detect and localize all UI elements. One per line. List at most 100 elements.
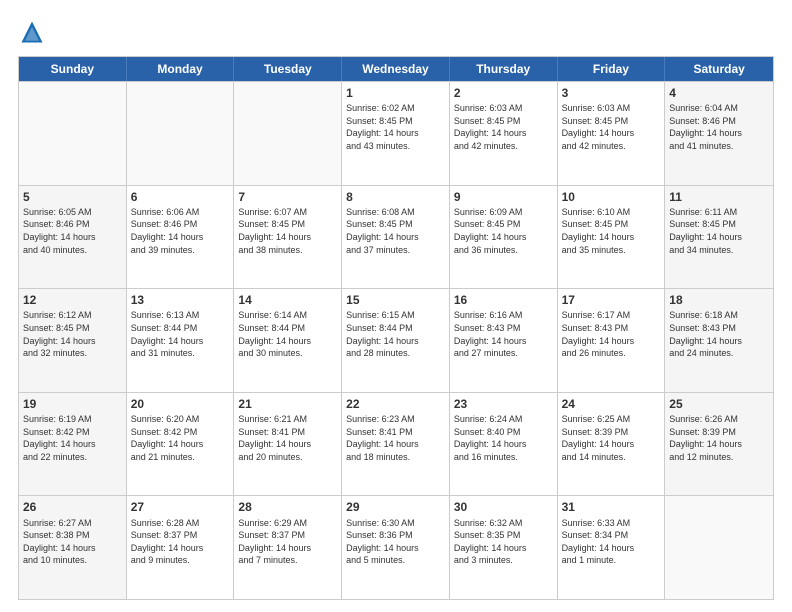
day-info: Sunrise: 6:12 AM Sunset: 8:45 PM Dayligh…	[23, 309, 122, 359]
day-info: Sunrise: 6:24 AM Sunset: 8:40 PM Dayligh…	[454, 413, 553, 463]
day-info: Sunrise: 6:17 AM Sunset: 8:43 PM Dayligh…	[562, 309, 661, 359]
day-info: Sunrise: 6:29 AM Sunset: 8:37 PM Dayligh…	[238, 517, 337, 567]
calendar-row-2: 12Sunrise: 6:12 AM Sunset: 8:45 PM Dayli…	[19, 288, 773, 392]
calendar-cell-0-3: 1Sunrise: 6:02 AM Sunset: 8:45 PM Daylig…	[342, 82, 450, 185]
day-info: Sunrise: 6:08 AM Sunset: 8:45 PM Dayligh…	[346, 206, 445, 256]
calendar-cell-2-2: 14Sunrise: 6:14 AM Sunset: 8:44 PM Dayli…	[234, 289, 342, 392]
calendar-cell-3-6: 25Sunrise: 6:26 AM Sunset: 8:39 PM Dayli…	[665, 393, 773, 496]
calendar-cell-4-2: 28 Sunrise: 6:29 AM Sunset: 8:37 PM Dayli…	[234, 496, 342, 599]
day-info: Sunrise: 6:21 AM Sunset: 8:41 PM Dayligh…	[238, 413, 337, 463]
day-number: 12	[23, 292, 122, 308]
page: SundayMondayTuesdayWednesdayThursdayFrid…	[0, 0, 792, 612]
header	[18, 18, 774, 46]
day-info: Sunrise: 6:05 AM Sunset: 8:46 PM Dayligh…	[23, 206, 122, 256]
calendar-cell-2-4: 16Sunrise: 6:16 AM Sunset: 8:43 PM Dayli…	[450, 289, 558, 392]
day-number: 15	[346, 292, 445, 308]
day-number: 13	[131, 292, 230, 308]
day-number: 4	[669, 85, 769, 101]
calendar-cell-0-4: 2Sunrise: 6:03 AM Sunset: 8:45 PM Daylig…	[450, 82, 558, 185]
calendar-cell-4-6	[665, 496, 773, 599]
calendar-cell-3-1: 20Sunrise: 6:20 AM Sunset: 8:42 PM Dayli…	[127, 393, 235, 496]
calendar-cell-2-6: 18Sunrise: 6:18 AM Sunset: 8:43 PM Dayli…	[665, 289, 773, 392]
header-day-monday: Monday	[127, 57, 235, 81]
calendar-header: SundayMondayTuesdayWednesdayThursdayFrid…	[19, 57, 773, 81]
calendar-cell-1-2: 7Sunrise: 6:07 AM Sunset: 8:45 PM Daylig…	[234, 186, 342, 289]
day-info: Sunrise: 6:32 AM Sunset: 8:35 PM Dayligh…	[454, 517, 553, 567]
header-day-thursday: Thursday	[450, 57, 558, 81]
calendar-cell-4-1: 27 Sunrise: 6:28 AM Sunset: 8:37 PM Dayli…	[127, 496, 235, 599]
calendar-row-0: 1Sunrise: 6:02 AM Sunset: 8:45 PM Daylig…	[19, 81, 773, 185]
day-info: Sunrise: 6:10 AM Sunset: 8:45 PM Dayligh…	[562, 206, 661, 256]
day-number: 7	[238, 189, 337, 205]
header-day-wednesday: Wednesday	[342, 57, 450, 81]
calendar-cell-1-4: 9Sunrise: 6:09 AM Sunset: 8:45 PM Daylig…	[450, 186, 558, 289]
day-info: Sunrise: 6:18 AM Sunset: 8:43 PM Dayligh…	[669, 309, 769, 359]
day-info: Sunrise: 6:09 AM Sunset: 8:45 PM Dayligh…	[454, 206, 553, 256]
calendar-cell-1-3: 8Sunrise: 6:08 AM Sunset: 8:45 PM Daylig…	[342, 186, 450, 289]
day-info: Sunrise: 6:33 AM Sunset: 8:34 PM Dayligh…	[562, 517, 661, 567]
header-day-friday: Friday	[558, 57, 666, 81]
calendar-cell-2-1: 13Sunrise: 6:13 AM Sunset: 8:44 PM Dayli…	[127, 289, 235, 392]
calendar-row-3: 19Sunrise: 6:19 AM Sunset: 8:42 PM Dayli…	[19, 392, 773, 496]
calendar: SundayMondayTuesdayWednesdayThursdayFrid…	[18, 56, 774, 600]
day-info: Sunrise: 6:15 AM Sunset: 8:44 PM Dayligh…	[346, 309, 445, 359]
day-number: 11	[669, 189, 769, 205]
day-info: Sunrise: 6:23 AM Sunset: 8:41 PM Dayligh…	[346, 413, 445, 463]
calendar-cell-2-3: 15Sunrise: 6:15 AM Sunset: 8:44 PM Dayli…	[342, 289, 450, 392]
day-info: Sunrise: 6:30 AM Sunset: 8:36 PM Dayligh…	[346, 517, 445, 567]
calendar-cell-1-0: 5Sunrise: 6:05 AM Sunset: 8:46 PM Daylig…	[19, 186, 127, 289]
day-number: 17	[562, 292, 661, 308]
day-number: 20	[131, 396, 230, 412]
calendar-cell-4-4: 30 Sunrise: 6:32 AM Sunset: 8:35 PM Dayli…	[450, 496, 558, 599]
day-info: Sunrise: 6:19 AM Sunset: 8:42 PM Dayligh…	[23, 413, 122, 463]
day-info: Sunrise: 6:03 AM Sunset: 8:45 PM Dayligh…	[454, 102, 553, 152]
calendar-row-1: 5Sunrise: 6:05 AM Sunset: 8:46 PM Daylig…	[19, 185, 773, 289]
calendar-cell-0-5: 3Sunrise: 6:03 AM Sunset: 8:45 PM Daylig…	[558, 82, 666, 185]
calendar-cell-1-6: 11Sunrise: 6:11 AM Sunset: 8:45 PM Dayli…	[665, 186, 773, 289]
day-number: 22	[346, 396, 445, 412]
day-number: 16	[454, 292, 553, 308]
calendar-cell-3-3: 22Sunrise: 6:23 AM Sunset: 8:41 PM Dayli…	[342, 393, 450, 496]
day-info: Sunrise: 6:02 AM Sunset: 8:45 PM Dayligh…	[346, 102, 445, 152]
calendar-cell-3-2: 21Sunrise: 6:21 AM Sunset: 8:41 PM Dayli…	[234, 393, 342, 496]
day-number: 8	[346, 189, 445, 205]
day-number: 27	[131, 499, 230, 515]
day-number: 9	[454, 189, 553, 205]
day-number: 21	[238, 396, 337, 412]
day-number: 31	[562, 499, 661, 515]
logo-icon	[18, 18, 46, 46]
day-info: Sunrise: 6:03 AM Sunset: 8:45 PM Dayligh…	[562, 102, 661, 152]
day-number: 5	[23, 189, 122, 205]
calendar-body: 1Sunrise: 6:02 AM Sunset: 8:45 PM Daylig…	[19, 81, 773, 599]
day-number: 10	[562, 189, 661, 205]
day-info: Sunrise: 6:26 AM Sunset: 8:39 PM Dayligh…	[669, 413, 769, 463]
day-number: 29	[346, 499, 445, 515]
calendar-cell-0-1	[127, 82, 235, 185]
day-number: 18	[669, 292, 769, 308]
calendar-cell-0-6: 4Sunrise: 6:04 AM Sunset: 8:46 PM Daylig…	[665, 82, 773, 185]
day-info: Sunrise: 6:04 AM Sunset: 8:46 PM Dayligh…	[669, 102, 769, 152]
calendar-row-4: 26Sunrise: 6:27 AM Sunset: 8:38 PM Dayli…	[19, 495, 773, 599]
day-number: 6	[131, 189, 230, 205]
calendar-cell-1-1: 6Sunrise: 6:06 AM Sunset: 8:46 PM Daylig…	[127, 186, 235, 289]
calendar-cell-3-4: 23Sunrise: 6:24 AM Sunset: 8:40 PM Dayli…	[450, 393, 558, 496]
day-info: Sunrise: 6:28 AM Sunset: 8:37 PM Dayligh…	[131, 517, 230, 567]
day-number: 28	[238, 499, 337, 515]
day-number: 23	[454, 396, 553, 412]
day-info: Sunrise: 6:13 AM Sunset: 8:44 PM Dayligh…	[131, 309, 230, 359]
day-info: Sunrise: 6:16 AM Sunset: 8:43 PM Dayligh…	[454, 309, 553, 359]
day-number: 14	[238, 292, 337, 308]
calendar-cell-1-5: 10Sunrise: 6:10 AM Sunset: 8:45 PM Dayli…	[558, 186, 666, 289]
day-info: Sunrise: 6:11 AM Sunset: 8:45 PM Dayligh…	[669, 206, 769, 256]
header-day-saturday: Saturday	[665, 57, 773, 81]
logo	[18, 18, 50, 46]
calendar-cell-3-5: 24Sunrise: 6:25 AM Sunset: 8:39 PM Dayli…	[558, 393, 666, 496]
day-number: 24	[562, 396, 661, 412]
calendar-cell-0-2	[234, 82, 342, 185]
day-info: Sunrise: 6:20 AM Sunset: 8:42 PM Dayligh…	[131, 413, 230, 463]
calendar-cell-3-0: 19Sunrise: 6:19 AM Sunset: 8:42 PM Dayli…	[19, 393, 127, 496]
day-number: 1	[346, 85, 445, 101]
calendar-cell-2-5: 17Sunrise: 6:17 AM Sunset: 8:43 PM Dayli…	[558, 289, 666, 392]
day-number: 30	[454, 499, 553, 515]
calendar-cell-4-0: 26Sunrise: 6:27 AM Sunset: 8:38 PM Dayli…	[19, 496, 127, 599]
